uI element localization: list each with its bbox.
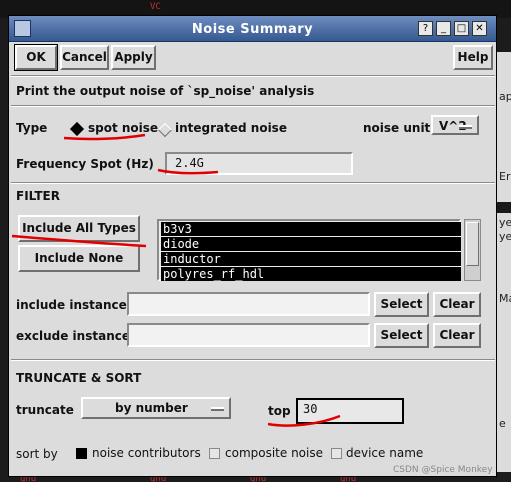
annotation-overlay (11, 133, 341, 427)
annotation-underline-spot-noise (63, 133, 146, 141)
annotation-underline-frequency (157, 168, 219, 175)
annotation-underline-top (267, 414, 341, 427)
annotation-underline-include-all (11, 234, 147, 248)
